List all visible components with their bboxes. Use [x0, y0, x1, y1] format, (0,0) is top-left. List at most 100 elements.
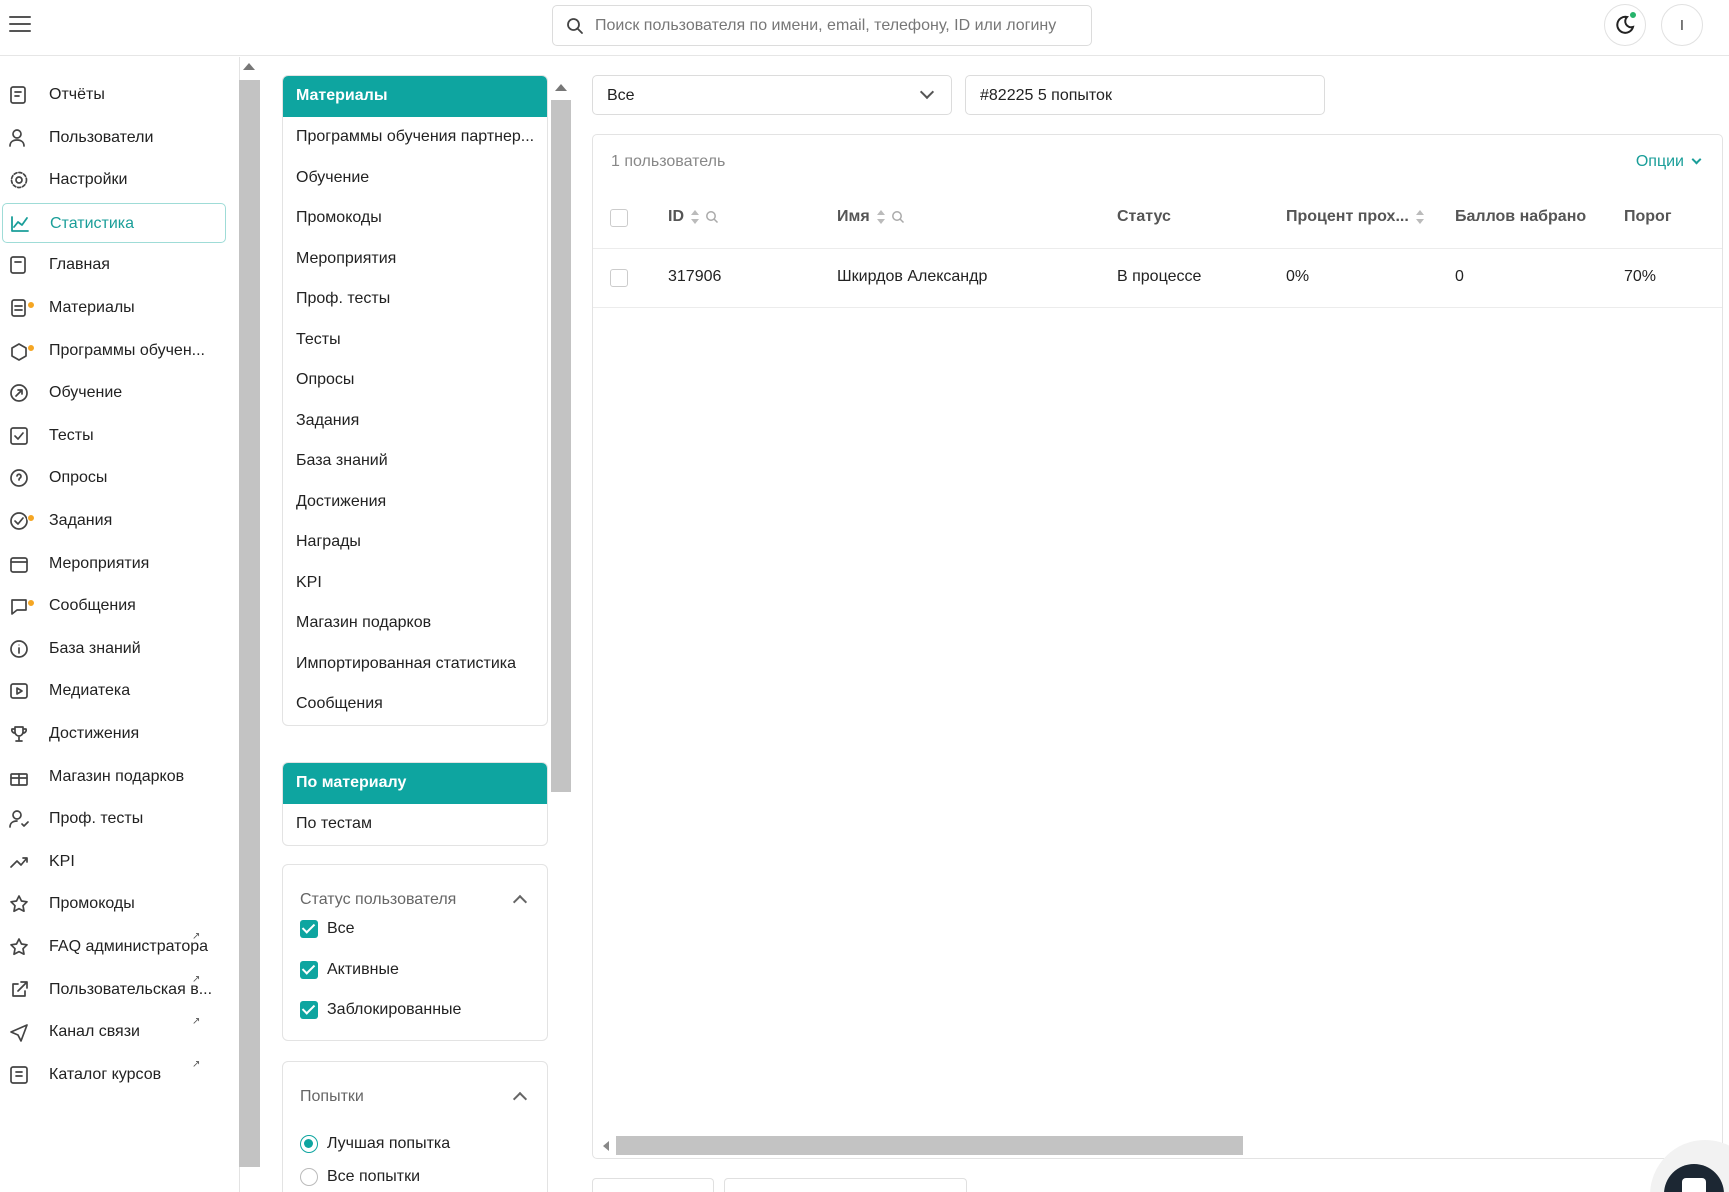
- user-search[interactable]: [552, 5, 1092, 46]
- category-item[interactable]: Опросы: [283, 360, 547, 401]
- sidebar-item-label: Статистика: [50, 214, 135, 232]
- external-arrow-icon: ↗: [192, 1058, 201, 1070]
- status-option-active[interactable]: Активные: [300, 961, 399, 979]
- search-input[interactable]: [595, 6, 1075, 45]
- checkbox-checked[interactable]: [300, 961, 318, 979]
- sidebar-item-13[interactable]: База знаний: [2, 629, 226, 669]
- scope-select[interactable]: Все: [592, 75, 952, 115]
- sidebar-item-23[interactable]: Каталог курсов ↗: [2, 1055, 226, 1095]
- sidebar-item-20[interactable]: FAQ администратора ↗: [2, 927, 226, 967]
- sidebar-item-8[interactable]: Тесты: [2, 416, 226, 456]
- profile-button[interactable]: I: [1661, 4, 1703, 46]
- status-option-blocked[interactable]: Заблокированные: [300, 1001, 461, 1019]
- checkbox-checked[interactable]: [300, 1001, 318, 1019]
- sort-icon[interactable]: [876, 209, 885, 224]
- sidebar-item-17[interactable]: Проф. тесты: [2, 799, 226, 839]
- category-item[interactable]: Проф. тесты: [283, 279, 547, 320]
- category-item[interactable]: Импортированная статистика: [283, 644, 547, 685]
- sidebar-item-3[interactable]: Статистика: [2, 202, 226, 243]
- category-item[interactable]: Промокоды: [283, 198, 547, 239]
- sidebar-item-1[interactable]: Пользователи: [2, 118, 226, 158]
- chevron-up-icon[interactable]: [512, 894, 528, 910]
- category-scroll-up-icon[interactable]: [555, 84, 567, 91]
- column-percent[interactable]: Процент прох...: [1286, 208, 1424, 226]
- category-item[interactable]: Магазин подарков: [283, 603, 547, 644]
- category-item[interactable]: Программы обучения партнер...: [283, 117, 547, 158]
- row-checkbox[interactable]: [610, 269, 628, 287]
- sidebar-scrollbar[interactable]: [239, 80, 260, 1167]
- search-icon[interactable]: [891, 210, 905, 224]
- page-size-select[interactable]: [724, 1178, 967, 1192]
- column-threshold[interactable]: Порог: [1624, 208, 1671, 226]
- sidebar-item-label: Медиатека: [49, 682, 131, 700]
- attempt-option-all[interactable]: Все попытки: [300, 1168, 420, 1186]
- category-item[interactable]: KPI: [283, 563, 547, 604]
- select-all-checkbox[interactable]: [610, 209, 628, 227]
- pagination[interactable]: [592, 1178, 714, 1192]
- badge-dot: [27, 343, 35, 352]
- cell-name[interactable]: Шкирдов Александр: [837, 268, 987, 286]
- category-scrollbar[interactable]: [551, 100, 571, 792]
- sort-icon[interactable]: [691, 209, 699, 224]
- sidebar-item-22[interactable]: Канал связи ↗: [2, 1012, 226, 1052]
- theme-toggle-button[interactable]: [1604, 4, 1646, 46]
- sort-icon[interactable]: [1415, 209, 1424, 224]
- sidebar-item-0[interactable]: Отчёты: [2, 75, 226, 115]
- category-header[interactable]: Материалы: [283, 76, 547, 117]
- radio-selected[interactable]: [300, 1135, 318, 1153]
- star-outline-icon: [8, 936, 30, 958]
- column-score[interactable]: Баллов набрано: [1455, 208, 1586, 226]
- view-mode-item[interactable]: По тестам: [283, 804, 547, 845]
- column-name[interactable]: Имя: [837, 208, 905, 226]
- sidebar-item-15[interactable]: Достижения: [2, 714, 226, 754]
- category-item[interactable]: Обучение: [283, 158, 547, 199]
- sidebar-item-4[interactable]: Главная: [2, 245, 226, 285]
- radio[interactable]: [300, 1168, 318, 1186]
- sidebar-item-label: Задания: [49, 512, 113, 529]
- scroll-left-icon[interactable]: [603, 1141, 609, 1151]
- menu-icon[interactable]: [9, 16, 31, 34]
- media-icon: [8, 680, 30, 702]
- sidebar-item-6[interactable]: Программы обучен...: [2, 331, 226, 371]
- sidebar-item-2[interactable]: Настройки: [2, 160, 226, 200]
- category-item[interactable]: Сообщения: [283, 684, 547, 725]
- sidebar-item-18[interactable]: KPI: [2, 842, 226, 882]
- sidebar-item-19[interactable]: Промокоды: [2, 884, 226, 924]
- sidebar-item-16[interactable]: Магазин подарков: [2, 757, 226, 797]
- options-label: Опции: [1635, 153, 1684, 170]
- search-icon[interactable]: [705, 210, 719, 224]
- category-item[interactable]: Тесты: [283, 320, 547, 361]
- messages-icon: [8, 595, 35, 617]
- sidebar-item-12[interactable]: Сообщения: [2, 586, 226, 626]
- sidebar-item-label: Магазин подарков: [49, 767, 185, 785]
- status-option-all[interactable]: Все: [300, 920, 355, 938]
- sidebar-item-10[interactable]: Задания: [2, 501, 226, 541]
- options-button[interactable]: Опции: [1635, 153, 1702, 171]
- material-field[interactable]: #82225 5 попыток: [965, 75, 1325, 115]
- column-id[interactable]: ID: [668, 208, 719, 226]
- sidebar-scroll-up-icon[interactable]: [243, 63, 255, 70]
- scroll-thumb[interactable]: [616, 1136, 1243, 1155]
- category-item[interactable]: Достижения: [283, 482, 547, 523]
- category-item[interactable]: Награды: [283, 522, 547, 563]
- attempt-option-best[interactable]: Лучшая попытка: [300, 1135, 450, 1153]
- home-icon: [8, 254, 30, 276]
- sidebar-item-5[interactable]: Материалы: [2, 288, 226, 328]
- category-item[interactable]: База знаний: [283, 441, 547, 482]
- sidebar-item-9[interactable]: Опросы: [2, 458, 226, 498]
- sidebar-item-14[interactable]: Медиатека: [2, 671, 226, 711]
- view-mode-header[interactable]: По материалу: [283, 763, 547, 804]
- sidebar-item-7[interactable]: Обучение: [2, 373, 226, 413]
- checkbox-checked[interactable]: [300, 920, 318, 938]
- sidebar-item-label: Программы обучен...: [49, 341, 205, 359]
- external-arrow-icon: ↗: [192, 1016, 201, 1028]
- select-value: Все: [607, 87, 635, 104]
- category-item[interactable]: Задания: [283, 401, 547, 442]
- column-status[interactable]: Статус: [1117, 208, 1171, 226]
- horizontal-scrollbar[interactable]: [603, 1135, 1713, 1157]
- sidebar-item-11[interactable]: Мероприятия: [2, 544, 226, 584]
- programs-icon: [8, 340, 35, 362]
- chevron-up-icon[interactable]: [512, 1091, 528, 1107]
- sidebar-item-21[interactable]: Пользовательская в... ↗: [2, 970, 226, 1010]
- category-item[interactable]: Мероприятия: [283, 239, 547, 280]
